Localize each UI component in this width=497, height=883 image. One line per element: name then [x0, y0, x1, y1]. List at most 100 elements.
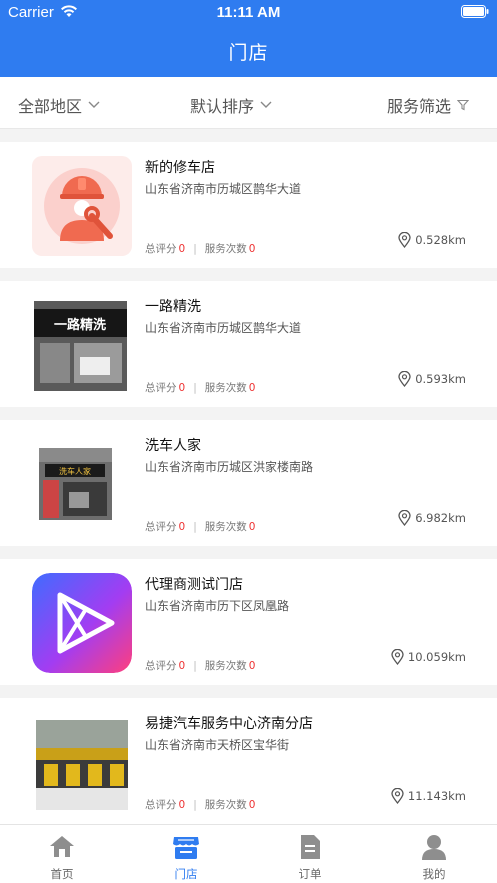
- bottom-tab-bar: 首页 门店 订单 我的: [0, 824, 497, 883]
- service-count-label: 服务次数: [204, 382, 247, 394]
- profile-icon: [422, 835, 446, 860]
- service-count-label: 服务次数: [204, 660, 247, 672]
- store-thumbnail: 洗车人家: [39, 448, 112, 520]
- rating-value: 0: [178, 659, 186, 672]
- store-name: 易捷汽车服务中心济南分店: [145, 716, 313, 732]
- rating-value: 0: [178, 798, 186, 811]
- rating-value: 0: [178, 242, 186, 255]
- sort-filter[interactable]: 默认排序: [190, 93, 272, 117]
- tab-store[interactable]: 门店: [124, 825, 248, 883]
- rating-label: 总评分: [145, 799, 177, 811]
- mechanic-icon: [44, 168, 120, 244]
- store-card[interactable]: 一路精洗 一路精洗 山东省济南市历城区鹊华大道 总评分 0 | 服务次数 0 0.5…: [0, 281, 497, 407]
- store-distance: 11.143km: [391, 788, 466, 804]
- filter-bar: 全部地区 默认排序 服务筛选: [0, 77, 497, 129]
- store-distance: 0.528km: [398, 232, 466, 248]
- divider: |: [193, 798, 197, 811]
- distance-value: 11.143km: [407, 789, 466, 803]
- tab-label: 订单: [298, 867, 322, 881]
- status-bar: Carrier 11:11 AM: [0, 0, 497, 26]
- tab-label: 我的: [422, 867, 446, 881]
- storefront-photo: 洗车人家: [39, 448, 112, 520]
- store-distance: 10.059km: [391, 649, 466, 665]
- service-count-value: 0: [248, 798, 256, 811]
- store-name: 一路精洗: [145, 299, 201, 315]
- store-stats: 总评分 0 | 服务次数 0: [145, 658, 255, 673]
- service-count-value: 0: [248, 381, 256, 394]
- store-stats: 总评分 0 | 服务次数 0: [145, 519, 255, 534]
- order-document-icon: [301, 835, 320, 859]
- storefront-photo: [36, 720, 128, 810]
- service-count-value: 0: [248, 659, 256, 672]
- rating-label: 总评分: [145, 243, 177, 255]
- location-pin-icon: [398, 510, 411, 526]
- store-card[interactable]: 新的修车店 山东省济南市历城区鹊华大道 总评分 0 | 服务次数 0 0.528km: [0, 142, 497, 268]
- store-card[interactable]: 代理商测试门店 山东省济南市历下区凤凰路 总评分 0 | 服务次数 0 10.059…: [0, 559, 497, 685]
- store-thumbnail: [32, 156, 132, 256]
- store-icon: [173, 837, 199, 859]
- divider: |: [193, 242, 197, 255]
- chevron-down-icon: [88, 101, 100, 108]
- tab-profile[interactable]: 我的: [372, 825, 496, 883]
- store-thumbnail: [36, 720, 128, 810]
- funnel-icon: [457, 99, 469, 111]
- store-address: 山东省济南市历下区凤凰路: [145, 599, 290, 613]
- page-title: 门店: [228, 42, 269, 64]
- play-logo-icon: [32, 573, 132, 673]
- location-pin-icon: [391, 788, 404, 804]
- store-card[interactable]: 易捷汽车服务中心济南分店 山东省济南市天桥区宝华街 总评分 0 | 服务次数 0 1…: [0, 698, 497, 824]
- store-stats: 总评分 0 | 服务次数 0: [145, 797, 255, 812]
- region-filter[interactable]: 全部地区: [18, 93, 100, 117]
- location-pin-icon: [391, 649, 404, 665]
- distance-value: 0.593km: [415, 372, 466, 386]
- tab-label: 首页: [50, 867, 74, 881]
- distance-value: 10.059km: [407, 650, 466, 664]
- rating-value: 0: [178, 381, 186, 394]
- service-count-label: 服务次数: [204, 521, 247, 533]
- divider: |: [193, 659, 197, 672]
- store-name: 洗车人家: [145, 438, 201, 454]
- divider: |: [193, 381, 197, 394]
- service-filter[interactable]: 服务筛选: [387, 93, 469, 117]
- divider: |: [193, 520, 197, 533]
- rating-label: 总评分: [145, 382, 177, 394]
- store-name: 新的修车店: [145, 160, 215, 176]
- store-card[interactable]: 洗车人家 洗车人家 山东省济南市历城区洪家楼南路 总评分 0 | 服务次数 0 6.…: [0, 420, 497, 546]
- rating-value: 0: [178, 520, 186, 533]
- service-count-value: 0: [248, 520, 256, 533]
- tab-home[interactable]: 首页: [0, 825, 124, 883]
- location-pin-icon: [398, 371, 411, 387]
- store-stats: 总评分 0 | 服务次数 0: [145, 380, 255, 395]
- app-header: Carrier 11:11 AM 门店: [0, 0, 497, 77]
- region-filter-label: 全部地区: [18, 97, 83, 116]
- rating-label: 总评分: [145, 660, 177, 672]
- home-icon: [50, 836, 74, 857]
- store-stats: 总评分 0 | 服务次数 0: [145, 241, 255, 256]
- battery-icon: [461, 5, 489, 18]
- store-address: 山东省济南市天桥区宝华街: [145, 738, 290, 752]
- tab-orders[interactable]: 订单: [248, 825, 372, 883]
- service-filter-label: 服务筛选: [386, 97, 451, 116]
- service-count-label: 服务次数: [204, 799, 247, 811]
- distance-value: 0.528km: [415, 233, 466, 247]
- tab-label: 门店: [174, 867, 198, 881]
- status-time: 11:11 AM: [216, 4, 281, 21]
- store-distance: 0.593km: [398, 371, 466, 387]
- service-count-label: 服务次数: [204, 243, 247, 255]
- store-distance: 6.982km: [398, 510, 466, 526]
- sort-filter-label: 默认排序: [190, 97, 255, 116]
- store-thumbnail: [32, 573, 132, 673]
- location-pin-icon: [398, 232, 411, 248]
- sign-text: 洗车人家: [59, 466, 91, 476]
- distance-value: 6.982km: [415, 511, 466, 525]
- sign-text: 一路精洗: [54, 317, 106, 333]
- store-thumbnail: 一路精洗: [34, 301, 127, 391]
- store-name: 代理商测试门店: [145, 577, 243, 593]
- storefront-photo: 一路精洗: [34, 301, 127, 391]
- chevron-down-icon: [260, 101, 272, 108]
- store-address: 山东省济南市历城区洪家楼南路: [145, 460, 314, 474]
- service-count-value: 0: [248, 242, 256, 255]
- store-address: 山东省济南市历城区鹊华大道: [145, 321, 302, 335]
- rating-label: 总评分: [145, 521, 177, 533]
- store-address: 山东省济南市历城区鹊华大道: [145, 182, 302, 196]
